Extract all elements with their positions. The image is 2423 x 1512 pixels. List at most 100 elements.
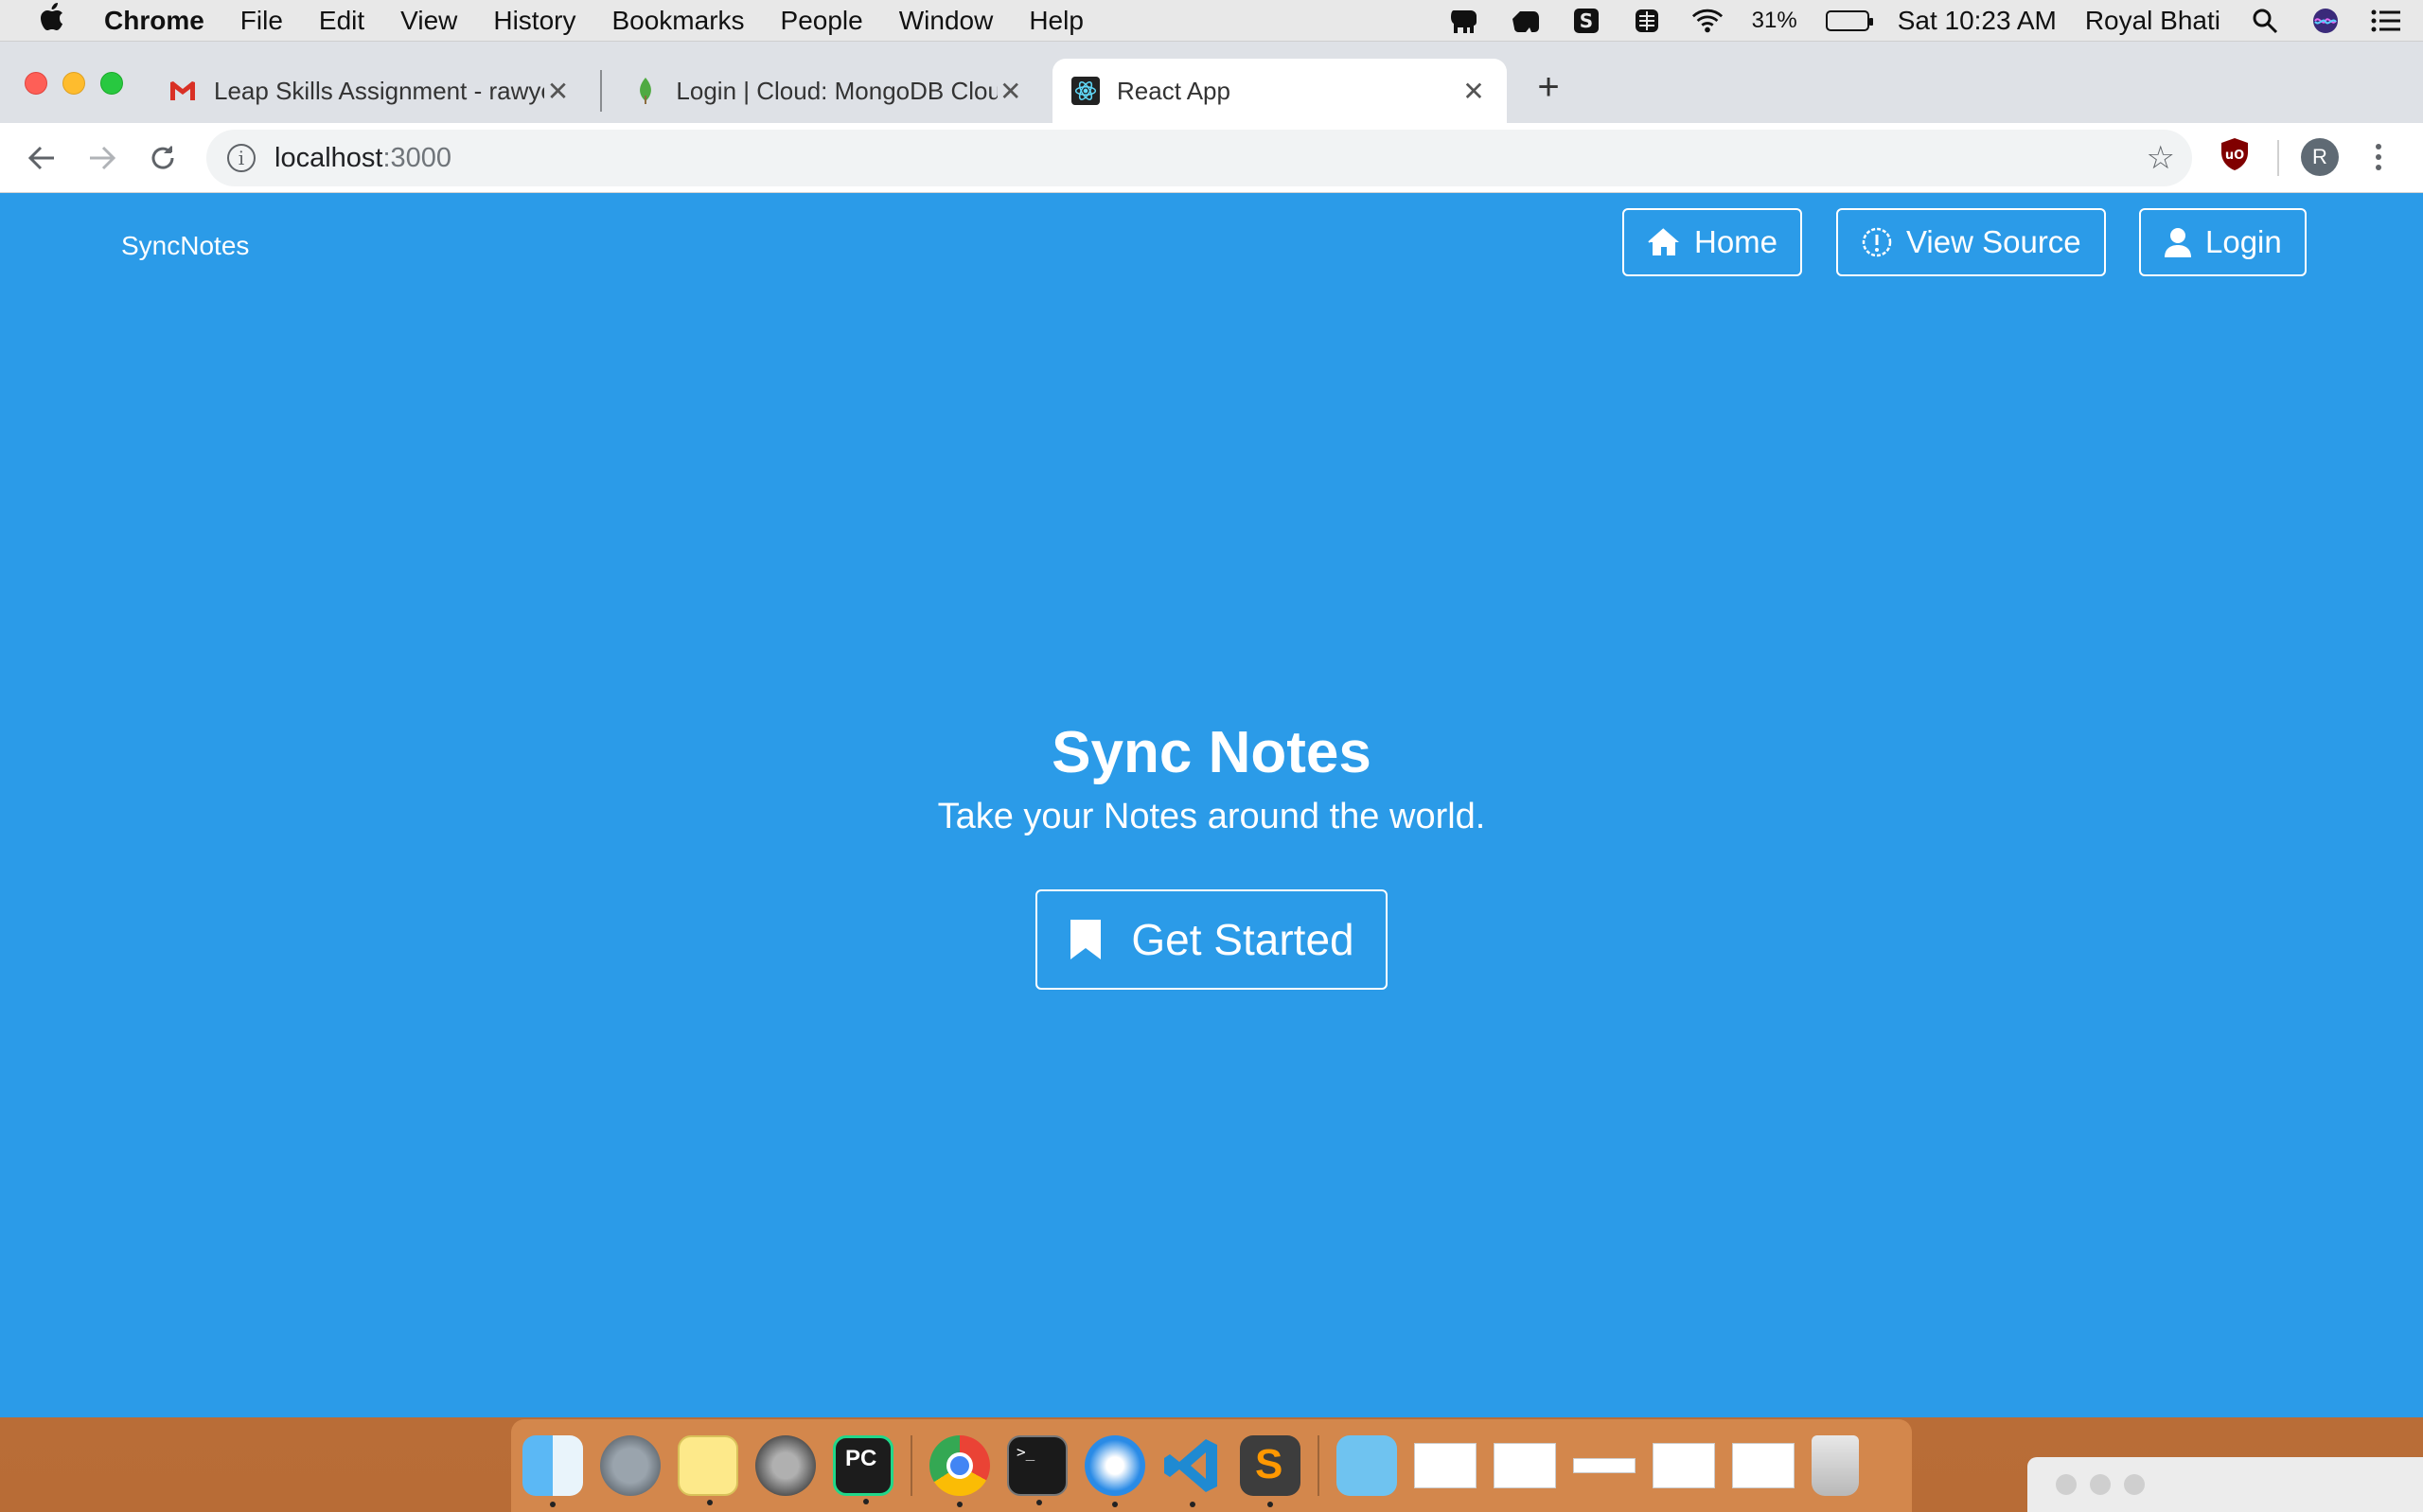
- battery-percent: 31%: [1751, 7, 1797, 33]
- address-bar[interactable]: i localhost:3000 ☆: [206, 130, 2192, 186]
- get-started-button[interactable]: Get Started: [1035, 889, 1388, 990]
- menu-edit[interactable]: Edit: [319, 6, 364, 36]
- reload-button[interactable]: [133, 128, 193, 188]
- notification-center-icon[interactable]: [2370, 7, 2402, 35]
- hero-subtitle: Take your Notes around the world.: [937, 797, 1486, 836]
- menu-people[interactable]: People: [781, 6, 863, 36]
- user-icon: [2165, 228, 2191, 257]
- siri-icon[interactable]: [2309, 7, 2342, 35]
- arrow-right-icon: [90, 146, 116, 169]
- new-tab-button[interactable]: +: [1530, 66, 1567, 109]
- apple-menu-icon[interactable]: [0, 2, 104, 40]
- close-tab-icon[interactable]: ✕: [544, 76, 572, 107]
- macos-dock: PC >_ S: [511, 1419, 1912, 1512]
- pycharm-dock-icon[interactable]: PC: [833, 1435, 893, 1504]
- get-started-label: Get Started: [1131, 915, 1354, 964]
- close-tab-icon[interactable]: ✕: [998, 76, 1024, 107]
- globe-tray-icon[interactable]: [1631, 7, 1663, 35]
- tab-title: Leap Skills Assignment - rawye: [214, 76, 544, 105]
- close-window-button[interactable]: [25, 72, 47, 95]
- view-source-button-label: View Source: [1906, 224, 2081, 259]
- bookmark-icon: [1070, 920, 1102, 959]
- background-finder-window[interactable]: [2027, 1457, 2423, 1512]
- profile-button[interactable]: R: [2301, 138, 2339, 176]
- terminal-dock-icon[interactable]: >_: [1007, 1435, 1068, 1505]
- tab-gmail[interactable]: Leap Skills Assignment - rawye ✕: [150, 59, 591, 123]
- menu-file[interactable]: File: [240, 6, 283, 36]
- navbar-brand[interactable]: SyncNotes: [121, 231, 249, 261]
- menu-clock[interactable]: Sat 10:23 AM: [1898, 6, 2057, 36]
- wifi-icon[interactable]: [1691, 7, 1724, 35]
- chrome-toolbar: i localhost:3000 ☆ uO R: [0, 123, 2423, 193]
- battery-icon[interactable]: [1825, 9, 1873, 31]
- back-button[interactable]: [11, 128, 72, 188]
- spotlight-search-icon[interactable]: [2249, 7, 2281, 35]
- site-info-icon[interactable]: i: [227, 144, 256, 172]
- home-button[interactable]: Home: [1622, 208, 1803, 276]
- window-control-dot: [2124, 1474, 2145, 1495]
- minimized-window-thumbnail[interactable]: [1653, 1443, 1715, 1488]
- react-icon: [1071, 77, 1100, 105]
- macos-menu-bar: Chrome File Edit View History Bookmarks …: [0, 0, 2423, 42]
- finder-dock-icon[interactable]: [522, 1435, 583, 1507]
- window-control-dot: [2090, 1474, 2111, 1495]
- toolbar-divider: [2277, 140, 2279, 176]
- tab-react-app-active[interactable]: React App ✕: [1052, 59, 1507, 123]
- home-icon: [1648, 228, 1679, 255]
- url-host: localhost: [274, 142, 383, 173]
- minimized-window-thumbnail[interactable]: [1414, 1443, 1477, 1488]
- minimized-window-thumbnail[interactable]: [1732, 1443, 1795, 1488]
- menu-history[interactable]: History: [493, 6, 575, 36]
- trash-dock-icon[interactable]: [1812, 1435, 1859, 1496]
- safari-dock-icon[interactable]: [1085, 1435, 1145, 1507]
- menu-bookmarks[interactable]: Bookmarks: [611, 6, 744, 36]
- system-preferences-dock-icon[interactable]: [755, 1435, 816, 1496]
- svg-text:uO: uO: [2225, 149, 2244, 163]
- menu-user-name[interactable]: Royal Bhati: [2085, 6, 2220, 36]
- s-app-tray-icon[interactable]: S: [1570, 7, 1602, 35]
- svg-text:S: S: [1579, 9, 1592, 32]
- page-body: SyncNotes Home View Source Login Sync No…: [0, 193, 2423, 1417]
- tab-divider: [600, 70, 602, 112]
- tab-mongodb[interactable]: Login | Cloud: MongoDB Cloud ✕: [613, 59, 1043, 123]
- login-button-label: Login: [2205, 224, 2282, 259]
- window-control-dot: [2056, 1474, 2077, 1495]
- tab-title: Login | Cloud: MongoDB Cloud: [676, 76, 998, 105]
- minimized-window-thumbnail[interactable]: [1573, 1458, 1636, 1473]
- menu-window[interactable]: Window: [899, 6, 994, 36]
- sublime-text-dock-icon[interactable]: S: [1240, 1435, 1300, 1507]
- menu-app-chrome[interactable]: Chrome: [104, 6, 204, 36]
- home-button-label: Home: [1694, 224, 1778, 259]
- minimize-window-button[interactable]: [62, 72, 85, 95]
- menu-view[interactable]: View: [400, 6, 457, 36]
- downloads-folder-dock-icon[interactable]: [1336, 1435, 1397, 1496]
- ublock-extension-icon[interactable]: uO: [2219, 136, 2251, 177]
- chrome-menu-icon[interactable]: [2371, 142, 2386, 177]
- dock-separator: [1318, 1435, 1319, 1496]
- hero-title: Sync Notes: [1052, 720, 1371, 785]
- evernote-tray-icon[interactable]: [1510, 7, 1542, 35]
- arrow-left-icon: [27, 146, 54, 169]
- view-source-button[interactable]: View Source: [1836, 208, 2106, 276]
- gmail-icon: [168, 77, 197, 105]
- close-tab-icon[interactable]: ✕: [1459, 76, 1488, 107]
- minimized-window-thumbnail[interactable]: [1494, 1443, 1556, 1488]
- menu-help[interactable]: Help: [1029, 6, 1084, 36]
- vscode-dock-icon[interactable]: [1162, 1435, 1223, 1507]
- login-button[interactable]: Login: [2139, 208, 2307, 276]
- forward-button[interactable]: [72, 128, 133, 188]
- chrome-dock-icon[interactable]: [929, 1435, 990, 1507]
- chrome-tab-strip: Leap Skills Assignment - rawye ✕ Login |…: [0, 42, 2423, 123]
- dock-separator: [911, 1435, 912, 1496]
- reload-icon: [151, 145, 174, 169]
- avatar: R: [2301, 138, 2339, 176]
- mongodb-leaf-icon: [632, 77, 659, 105]
- url-port: :3000: [382, 142, 452, 173]
- exclamation-circle-icon: [1862, 227, 1892, 257]
- window-controls: [25, 72, 123, 95]
- bookmark-star-icon[interactable]: ☆: [2147, 139, 2175, 177]
- launchpad-dock-icon[interactable]: [600, 1435, 661, 1496]
- elephant-tray-icon[interactable]: [1449, 7, 1481, 35]
- notes-dock-icon[interactable]: [678, 1435, 738, 1505]
- zoom-window-button[interactable]: [100, 72, 123, 95]
